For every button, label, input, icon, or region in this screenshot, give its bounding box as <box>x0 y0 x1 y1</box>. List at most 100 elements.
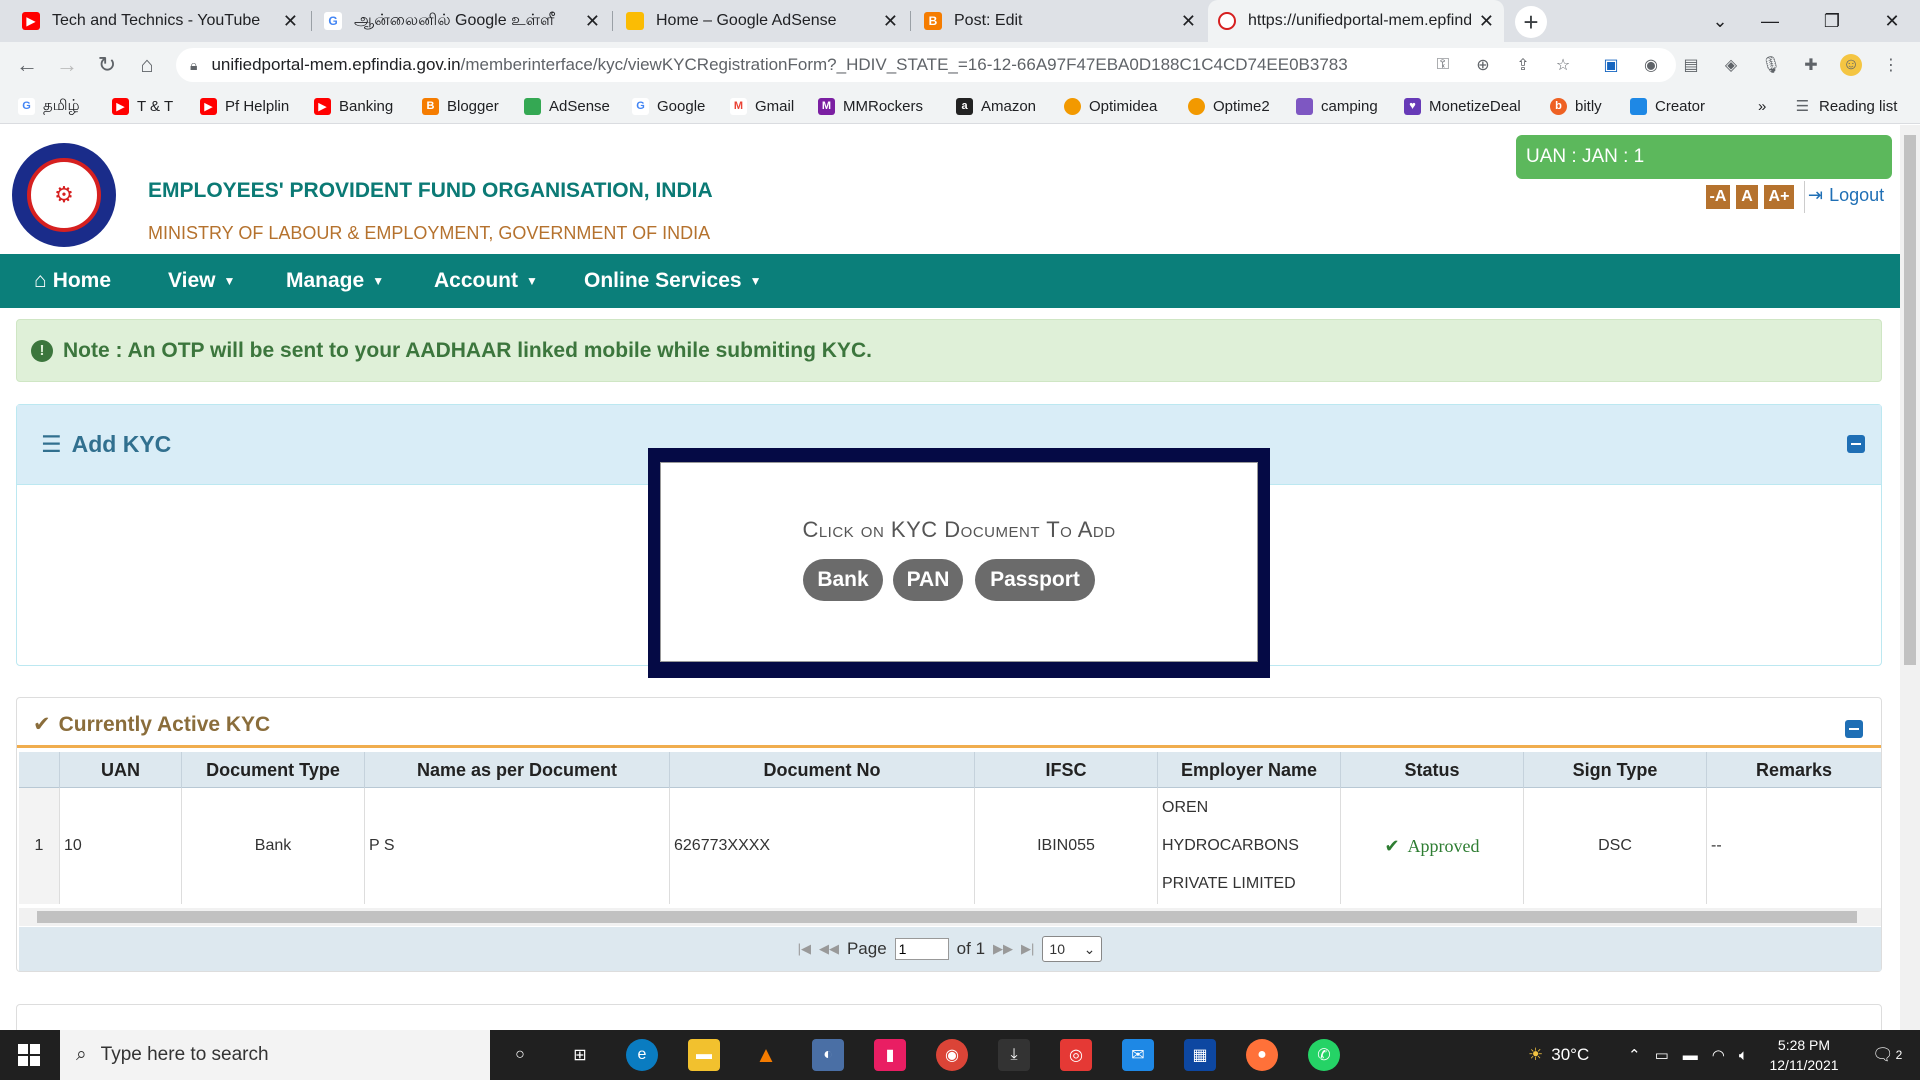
reload-icon[interactable]: ↻ <box>92 50 122 80</box>
tab-epfo[interactable]: https://unifiedportal-mem.epfind ✕ <box>1208 0 1504 42</box>
tab-google-input[interactable]: G ஆன்லைனில் Google உள்ளீ ✕ <box>314 0 610 42</box>
bookmark-optimidea[interactable]: Optimidea <box>1064 94 1157 118</box>
window-close-button[interactable]: ✕ <box>1862 0 1920 42</box>
close-icon[interactable]: ✕ <box>1181 11 1196 32</box>
app-icon-3[interactable]: ⤓ <box>998 1039 1030 1071</box>
edge-icon[interactable]: e <box>626 1039 658 1071</box>
chevron-up-icon[interactable]: ⌃ <box>1628 1046 1641 1064</box>
bookmark-monetizedeal[interactable]: ♥ MonetizeDeal <box>1404 94 1521 118</box>
key-icon[interactable]: ⚿ <box>1432 54 1454 76</box>
col-document-no[interactable]: Document No <box>669 752 974 788</box>
collapse-add-kyc-button[interactable] <box>1847 435 1865 453</box>
font-decrease-button[interactable]: -A <box>1706 185 1730 209</box>
reading-list-button[interactable]: ☰ Reading list <box>1794 94 1898 118</box>
bookmark-banking[interactable]: ▶ Banking <box>314 94 393 118</box>
col-uan[interactable]: UAN <box>59 752 181 788</box>
microphone-icon[interactable]: 🎙︎ <box>1760 54 1782 76</box>
col-sign-type[interactable]: Sign Type <box>1523 752 1706 788</box>
collapse-active-kyc-button[interactable] <box>1845 720 1863 738</box>
col-name[interactable]: Name as per Document <box>364 752 669 788</box>
taskbar-search-box[interactable]: ⌕ Type here to search <box>60 1030 490 1080</box>
home-icon[interactable]: ⌂ <box>132 50 162 80</box>
device-icon[interactable]: ▭ <box>1655 1046 1669 1064</box>
app-icon-4[interactable]: ◎ <box>1060 1039 1092 1071</box>
file-explorer-icon[interactable]: ▬ <box>688 1039 720 1071</box>
bookmark-bitly[interactable]: b bitly <box>1550 94 1602 118</box>
bookmark-tamil[interactable]: G தமிழ் <box>18 94 80 118</box>
tab-adsense[interactable]: Home – Google AdSense ✕ <box>616 0 908 42</box>
bookmark-amazon[interactable]: a Amazon <box>956 94 1036 118</box>
bookmark-pf-helpline[interactable]: ▶ Pf Helplin <box>200 94 289 118</box>
extension-icon-3[interactable]: ▤ <box>1680 54 1702 76</box>
whatsapp-icon[interactable]: ✆ <box>1308 1039 1340 1071</box>
weather-widget[interactable]: ☀ 30°C <box>1528 1030 1589 1080</box>
notification-center[interactable]: 🗨︎ 2 <box>1872 1030 1902 1080</box>
nav-online-services[interactable]: Online Services ▼ <box>584 254 761 308</box>
extension-icon-2[interactable]: ◉ <box>1640 54 1662 76</box>
bookmark-optime2[interactable]: Optime2 <box>1188 94 1270 118</box>
close-icon[interactable]: ✕ <box>883 11 898 32</box>
tab-youtube[interactable]: ▶ Tech and Technics - YouTube ✕ <box>12 0 308 42</box>
bookmark-google[interactable]: G Google <box>632 94 705 118</box>
bookmark-gmail[interactable]: M Gmail <box>730 94 794 118</box>
firefox-icon[interactable]: ● <box>1246 1039 1278 1071</box>
nav-home[interactable]: ⌂ Home <box>34 254 111 308</box>
app-icon-5[interactable]: ▦ <box>1184 1039 1216 1071</box>
puzzle-icon[interactable]: ✚ <box>1800 54 1822 76</box>
tray-icons[interactable]: ⌃ ▭ ▬ ◠ 🔈︎ <box>1628 1030 1748 1080</box>
page-size-select[interactable]: 10 ⌄ <box>1042 936 1103 962</box>
zoom-icon[interactable]: ⊕ <box>1472 54 1494 76</box>
col-remarks[interactable]: Remarks <box>1706 752 1881 788</box>
chrome-icon[interactable]: ◉ <box>936 1039 968 1071</box>
col-employer-name[interactable]: Employer Name <box>1157 752 1340 788</box>
font-increase-button[interactable]: A+ <box>1764 185 1794 209</box>
vlc-icon[interactable]: ▲ <box>750 1039 782 1071</box>
wifi-icon[interactable]: ◠ <box>1712 1046 1725 1064</box>
bookmark-blogger[interactable]: B Blogger <box>422 94 499 118</box>
mail-icon[interactable]: ✉ <box>1122 1039 1154 1071</box>
nav-account[interactable]: Account ▼ <box>434 254 538 308</box>
bookmark-mmrockers[interactable]: M MMRockers <box>818 94 923 118</box>
extension-icon-4[interactable]: ◈ <box>1720 54 1742 76</box>
bookmark-creator[interactable]: Creator <box>1630 94 1705 118</box>
app-icon-1[interactable]: ◐ <box>812 1039 844 1071</box>
back-arrow-icon[interactable]: ← <box>12 50 42 80</box>
prev-page-icon[interactable]: ◀◀ <box>819 941 839 957</box>
share-icon[interactable]: ⇪ <box>1512 54 1534 76</box>
bookmark-star-icon[interactable]: ☆ <box>1552 54 1574 76</box>
first-page-icon[interactable]: |◀ <box>798 941 811 957</box>
close-icon[interactable]: ✕ <box>283 11 298 32</box>
tab-blogger[interactable]: B Post: Edit ✕ <box>914 0 1206 42</box>
menu-dots-icon[interactable]: ⋮ <box>1880 54 1902 76</box>
more-bookmarks-button[interactable]: » <box>1758 94 1766 118</box>
nav-view[interactable]: View ▼ <box>168 254 235 308</box>
profile-avatar[interactable]: ☺ <box>1840 54 1862 76</box>
restore-button[interactable]: ❐ <box>1802 0 1862 42</box>
page-number-input[interactable] <box>894 938 949 960</box>
font-normal-button[interactable]: A <box>1736 185 1758 209</box>
table-row[interactable]: 1 10 Bank P S 626773XXXX IBIN055 OREN HY… <box>19 788 1881 904</box>
last-page-icon[interactable]: ▶| <box>1021 941 1034 957</box>
taskbar-clock[interactable]: 5:28 PM 12/11/2021 <box>1762 1035 1846 1075</box>
col-ifsc[interactable]: IFSC <box>974 752 1157 788</box>
task-view-icon[interactable]: ⊞ <box>564 1039 596 1071</box>
logout-link[interactable]: ⇥ Logout <box>1808 185 1884 206</box>
volume-icon[interactable]: 🔈︎ <box>1739 1047 1748 1064</box>
windows-start-button[interactable] <box>0 1030 58 1080</box>
bookmark-adsense[interactable]: AdSense <box>524 94 610 118</box>
pan-button[interactable]: PAN <box>893 559 963 601</box>
extension-icon-1[interactable]: ▣ <box>1600 54 1622 76</box>
cortana-icon[interactable]: ○ <box>504 1039 536 1071</box>
next-page-icon[interactable]: ▶▶ <box>993 941 1013 957</box>
page-scrollbar[interactable] <box>1900 125 1920 1030</box>
horizontal-scrollbar[interactable] <box>19 908 1881 926</box>
new-tab-button[interactable]: + <box>1515 6 1547 38</box>
app-icon-2[interactable]: ▮ <box>874 1039 906 1071</box>
col-status[interactable]: Status <box>1340 752 1523 788</box>
close-icon[interactable]: ✕ <box>1479 11 1494 32</box>
col-document-type[interactable]: Document Type <box>181 752 364 788</box>
forward-arrow-icon[interactable]: → <box>52 50 82 80</box>
bank-button[interactable]: Bank <box>803 559 883 601</box>
bookmark-tt[interactable]: ▶ T & T <box>112 94 173 118</box>
close-icon[interactable]: ✕ <box>585 11 600 32</box>
